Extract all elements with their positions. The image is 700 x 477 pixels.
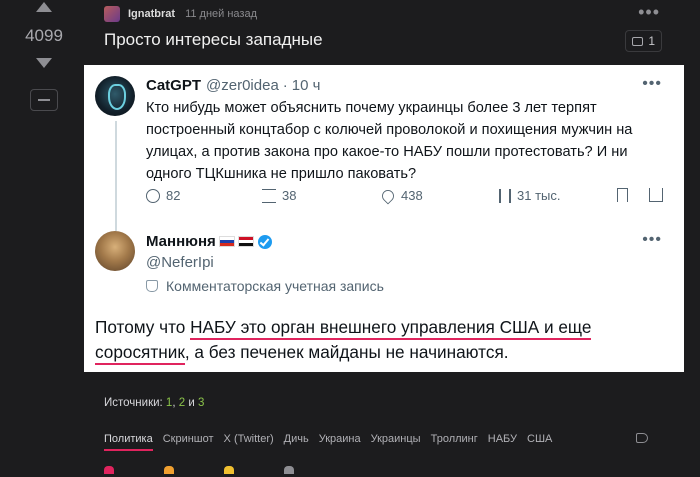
vote-column: 4099 (14, 0, 74, 111)
source-link-3[interactable]: 3 (198, 397, 204, 409)
tweet2-more-icon: ••• (642, 231, 662, 248)
tweet2-underlined-1: НАБУ это орган внешнего управления США и… (190, 317, 592, 340)
tag-item[interactable]: НАБУ (488, 433, 517, 451)
tweet1-text: Кто нибудь может объяснить почему украин… (146, 100, 633, 182)
russia-flag-icon (218, 236, 235, 247)
sources-label: Источники: (104, 397, 163, 409)
tag-item[interactable]: Дичь (284, 433, 309, 451)
post-header: Ignatbrat 11 дней назад (104, 4, 257, 24)
reply-icon (146, 188, 160, 203)
bot-account-icon (146, 280, 158, 292)
reply-count: 82 (166, 188, 181, 203)
like-count: 438 (401, 188, 423, 203)
share-icon (649, 188, 663, 202)
comments-button[interactable]: 1 (625, 30, 662, 52)
tag-item[interactable]: Украинцы (371, 433, 421, 451)
syria-flag-icon (237, 236, 254, 247)
comment-icon (632, 36, 644, 46)
post-time: 11 дней назад (185, 8, 257, 20)
downvote-arrow-icon[interactable] (36, 58, 52, 68)
sources: Источники: 1, 2 и 3 (104, 397, 205, 409)
views-count: 31 тыс. (517, 188, 561, 203)
upvote-arrow-icon[interactable] (36, 2, 52, 12)
retweet-icon (262, 188, 276, 203)
tweet2-name: Маннюня (146, 233, 216, 250)
tag-item[interactable]: США (527, 433, 552, 451)
tag-item[interactable]: Политика (104, 433, 153, 451)
views-icon (499, 188, 511, 203)
bookmark-stat (617, 188, 634, 202)
tag-item[interactable]: X (Twitter) (224, 433, 274, 451)
tweet1-handle: @zer0idea (206, 77, 279, 94)
post-score: 4099 (25, 26, 63, 45)
heart-icon (379, 187, 397, 204)
tweet2-account-label: Комментаторская учетная запись (146, 278, 384, 294)
source-link-1[interactable]: 1 (166, 397, 172, 409)
collapse-button[interactable] (30, 89, 58, 111)
tweet2-header: Маннюня (146, 233, 272, 250)
tweet2-text-part1: Потому что (95, 317, 191, 337)
retweet-count: 38 (282, 188, 297, 203)
author-name[interactable]: Ignatbrat (128, 8, 175, 20)
post-title[interactable]: Просто интересы западные (104, 30, 323, 50)
share-stat (649, 188, 669, 202)
tweet2-text: Потому что НАБУ это орган внешнего управ… (95, 315, 655, 365)
tweet2-text-part2: , а без печенек майданы не начинаются. (184, 342, 509, 362)
tweet1-header: CatGPT @zer0idea · 10 ч (146, 77, 320, 94)
retweet-stat: 38 (262, 188, 296, 203)
comments-count: 1 (648, 34, 655, 48)
tweet1-avatar (95, 76, 135, 116)
views-stat: 31 тыс. (499, 188, 560, 203)
verified-badge-icon (257, 234, 272, 249)
tweet2-handle: @NeferIpi (146, 254, 214, 271)
tweet1-actions: 82 38 438 31 тыс. (146, 187, 669, 208)
tweet1-name: CatGPT (146, 77, 202, 94)
tweet-screenshot: CatGPT @zer0idea · 10 ч ••• Кто нибудь м… (84, 65, 684, 372)
more-options-icon[interactable]: ••• (638, 2, 660, 23)
tag-item[interactable]: Скриншот (163, 433, 214, 451)
source-link-2[interactable]: 2 (179, 397, 185, 409)
tweet1-more-icon: ••• (642, 75, 662, 92)
reply-stat: 82 (146, 188, 180, 203)
author-avatar[interactable] (104, 6, 120, 22)
thread-line (115, 121, 117, 231)
tag-icon[interactable] (636, 433, 648, 443)
tweet2-avatar (95, 231, 135, 271)
tweet1-time: 10 ч (291, 77, 321, 94)
tag-item[interactable]: Украина (319, 433, 361, 451)
tags-list: Политика Скриншот X (Twitter) Дичь Украи… (104, 433, 562, 451)
like-stat: 438 (379, 187, 423, 204)
tag-item[interactable]: Троллинг (431, 433, 478, 451)
tweet2-underlined-2: соросятник (95, 342, 185, 365)
separator-dot: · (282, 77, 288, 94)
bookmark-icon (617, 188, 628, 202)
account-label-text: Комментаторская учетная запись (166, 278, 384, 294)
